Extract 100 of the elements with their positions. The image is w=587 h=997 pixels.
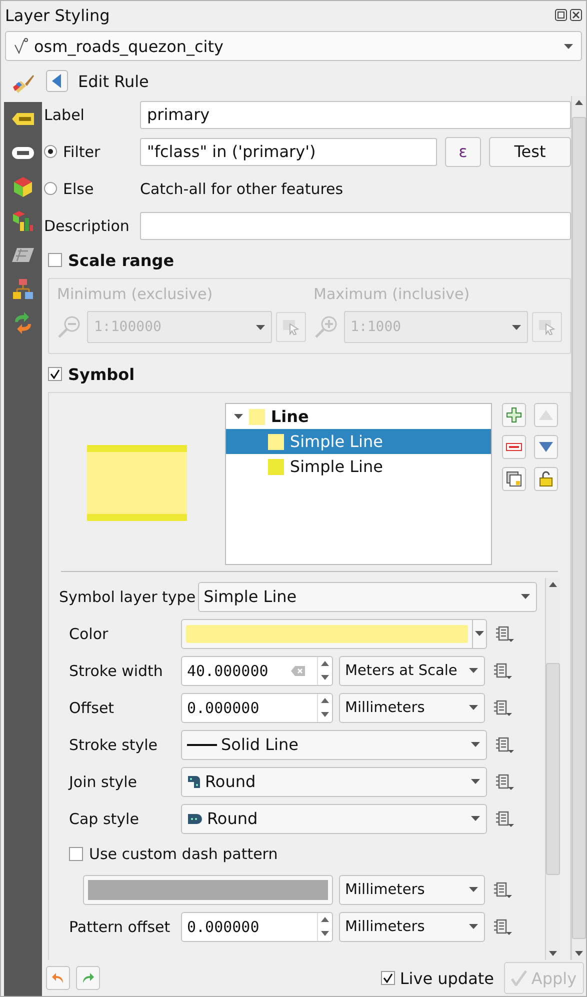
caret-icon: [471, 816, 480, 821]
scroll-down-icon[interactable]: [575, 951, 583, 956]
scrollbar-thumb[interactable]: [572, 117, 586, 939]
unit-dropdown[interactable]: Millimeters: [339, 874, 485, 904]
data-defined-icon[interactable]: [493, 624, 515, 644]
radio-button[interactable]: [44, 182, 57, 195]
data-defined-icon[interactable]: [491, 880, 513, 900]
add-layer-button[interactable]: [502, 403, 526, 427]
data-defined-icon[interactable]: [493, 808, 515, 828]
layer-dropdown[interactable]: osm_roads_quezon_city: [5, 31, 582, 61]
scale-caption: Maximum (inclusive): [314, 285, 471, 303]
number-field[interactable]: 0.000000: [181, 912, 333, 942]
description-field[interactable]: [140, 212, 571, 240]
data-defined-icon[interactable]: [491, 698, 513, 718]
swap-arrows-icon: [12, 312, 34, 334]
field-label: Stroke style: [69, 736, 159, 754]
spin-up-icon[interactable]: [321, 917, 329, 922]
filter-field[interactable]: "fclass" in ('primary'): [140, 138, 437, 166]
move-down-button[interactable]: [534, 435, 558, 459]
scrollbar-thumb[interactable]: [546, 663, 560, 875]
back-arrow-icon: [52, 74, 62, 88]
label-icon: [11, 112, 35, 126]
symbol-layer-item[interactable]: Simple Line: [226, 454, 491, 479]
remove-layer-button[interactable]: [502, 435, 526, 459]
duplicate-icon: [506, 471, 522, 487]
pointer-icon: [282, 319, 300, 335]
float-icon[interactable]: [555, 9, 567, 21]
caret-icon: [512, 324, 521, 330]
label-field[interactable]: primary: [140, 100, 571, 128]
checkmark-icon: [511, 970, 528, 986]
unit-dropdown[interactable]: Millimeters: [339, 912, 485, 942]
chart-cube-icon: [12, 210, 34, 232]
data-defined-icon[interactable]: [491, 660, 513, 680]
color-menu-button[interactable]: [473, 618, 487, 648]
caret-icon: [521, 594, 530, 599]
number-field[interactable]: 40.000000: [181, 656, 333, 686]
style-dropdown[interactable]: Round: [181, 766, 487, 796]
field-label: Description: [44, 216, 130, 234]
data-defined-icon[interactable]: [491, 916, 513, 936]
radio-button[interactable]: [44, 145, 57, 158]
spin-down-icon[interactable]: [321, 675, 329, 680]
down-triangle-icon: [538, 441, 554, 453]
scroll-down-icon[interactable]: [549, 951, 557, 956]
field-label: Label: [44, 106, 86, 124]
scale-caption: Minimum (exclusive): [57, 285, 214, 303]
else-note: Catch-all for other features: [140, 180, 344, 198]
close-icon[interactable]: [570, 9, 582, 21]
cap-style-icon: [187, 812, 203, 824]
spin-up-icon[interactable]: [321, 698, 329, 703]
hierarchy-icon: [12, 278, 34, 300]
expand-arrow-icon[interactable]: [234, 412, 243, 421]
style-dropdown[interactable]: Round: [181, 804, 487, 834]
cube-icon: [12, 176, 34, 198]
spin-up-icon[interactable]: [321, 661, 329, 666]
symbol-layer-item[interactable]: Simple Line: [226, 429, 491, 454]
expression-button[interactable]: ε: [445, 136, 481, 166]
caret-icon: [471, 779, 480, 784]
unit-dropdown[interactable]: Millimeters: [339, 692, 485, 722]
lock-button[interactable]: [534, 467, 558, 491]
undo-icon: [51, 971, 65, 985]
style-dropdown[interactable]: Solid Line: [181, 730, 487, 760]
scroll-up-icon[interactable]: [549, 582, 557, 587]
caret-icon: [564, 44, 573, 48]
caret-icon: [469, 924, 478, 929]
section-title: Scale range: [68, 250, 174, 270]
scroll-up-icon[interactable]: [575, 100, 583, 105]
padlock-icon: [538, 471, 554, 487]
solid-line-icon: [187, 742, 217, 746]
spin-down-icon[interactable]: [321, 931, 329, 936]
section-title: Symbol: [68, 364, 135, 384]
minus-icon: [506, 443, 522, 451]
duplicate-layer-button[interactable]: [502, 467, 526, 491]
test-button[interactable]: Test: [489, 136, 571, 166]
spin-down-icon[interactable]: [321, 712, 329, 717]
field-label: Cap style: [69, 810, 140, 828]
back-button[interactable]: [46, 70, 68, 92]
number-field[interactable]: 0.000000: [181, 692, 333, 722]
field-label: Stroke width: [69, 662, 164, 680]
plus-icon: [506, 407, 522, 423]
up-triangle-icon: [538, 409, 554, 421]
redo-icon: [81, 971, 95, 985]
field-label: Color: [69, 624, 110, 642]
data-defined-icon[interactable]: [493, 734, 515, 754]
redo-button[interactable]: [76, 966, 100, 990]
checkbox[interactable]: [380, 971, 395, 985]
checkbox[interactable]: [69, 847, 83, 861]
checkbox-label: Use custom dash pattern: [89, 845, 278, 863]
field-label: Offset: [69, 698, 116, 716]
symbol-layer-item[interactable]: Line: [226, 404, 491, 429]
color-button[interactable]: [181, 618, 473, 648]
zoom-in-icon: [314, 314, 340, 340]
text-bubble-icon: [11, 146, 35, 160]
caret-icon: [469, 668, 478, 673]
layer-type-dropdown[interactable]: Simple Line: [198, 582, 537, 612]
map-icon: [11, 246, 35, 264]
caret-icon: [469, 705, 478, 710]
data-defined-icon[interactable]: [493, 772, 515, 792]
unit-dropdown[interactable]: Meters at Scale: [339, 656, 485, 686]
line-layer-icon: [14, 38, 30, 54]
checkbox[interactable]: [48, 367, 62, 381]
